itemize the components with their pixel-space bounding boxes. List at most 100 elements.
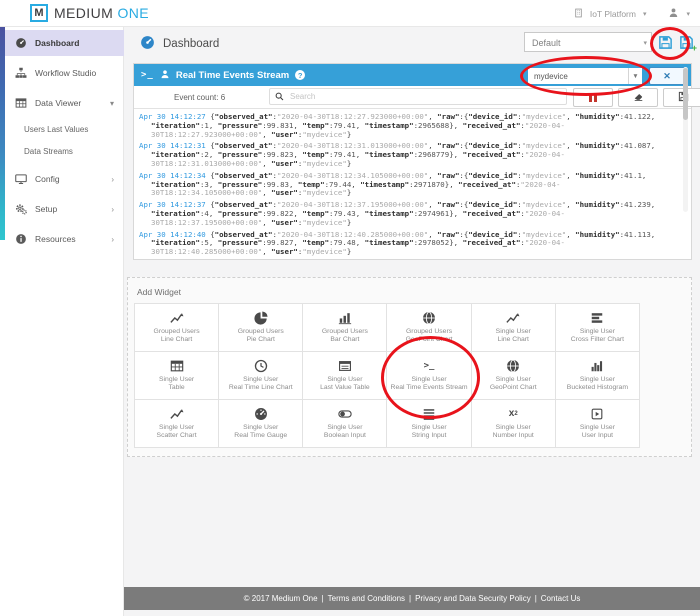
widget-type-line1: Single User — [496, 328, 531, 337]
user-input-icon — [590, 407, 604, 422]
sidebar-item-config[interactable]: Config › — [0, 166, 124, 192]
widget-type-bucketed-histogram[interactable]: Single User Bucketed Histogram — [556, 352, 640, 400]
terminal-icon: >_ — [424, 359, 435, 374]
clear-stream-button[interactable] — [618, 88, 658, 107]
event-log[interactable]: Apr 30 14:12:27 {"observed_at":"2020-04-… — [134, 109, 691, 261]
widget-type-line2: Last Value Table — [320, 384, 370, 393]
brand-name: MEDIUM ONE — [54, 5, 149, 21]
widget-type-grouped-bar-chart[interactable]: Grouped Users Bar Chart — [303, 304, 387, 352]
dashboard-name-input[interactable] — [525, 33, 642, 53]
widget-type-line1: Single User — [580, 328, 615, 337]
sidebar-item-dashboard[interactable]: Dashboard — [5, 30, 124, 56]
line-chart-icon — [506, 311, 520, 326]
copyright-text: © 2017 Medium One — [244, 594, 318, 603]
widget-type-scatter-chart[interactable]: Single User Scatter Chart — [135, 400, 219, 448]
scatter-chart-icon — [170, 407, 184, 422]
sidebar-item-label: Setup — [35, 204, 57, 214]
widget-type-cross-filter-chart[interactable]: Single User Cross Filter Chart — [556, 304, 640, 352]
sidebar-item-label: Config — [35, 174, 60, 184]
chevron-right-icon: › — [111, 175, 114, 184]
widget-title: Real Time Events Stream — [176, 70, 289, 81]
widget-type-line1: Single User — [159, 376, 194, 385]
dashboard-select[interactable]: ▾ — [524, 32, 652, 52]
widget-type-number-input[interactable]: x2 Single User Number Input — [472, 400, 556, 448]
sidebar-item-workflow-studio[interactable]: Workflow Studio — [0, 60, 124, 86]
widget-type-single-geopoint-chart[interactable]: Single User GeoPoint Chart — [472, 352, 556, 400]
widget-type-line2: GeoPoint Chart — [490, 384, 537, 393]
select-caret-icon[interactable]: ▾ — [643, 39, 647, 47]
widget-type-user-input[interactable]: Single User User Input — [556, 400, 640, 448]
widget-type-single-line-chart[interactable]: Single User Line Chart — [472, 304, 556, 352]
sidebar-item-resources[interactable]: Resources › — [0, 226, 124, 252]
device-dropdown-caret-icon[interactable]: ▼ — [628, 68, 642, 84]
brand-name-secondary: ONE — [117, 5, 149, 21]
log-scrollbar[interactable] — [683, 67, 688, 212]
export-stream-button[interactable] — [663, 88, 700, 107]
log-scrollbar-thumb[interactable] — [683, 68, 688, 120]
widget-type-boolean-input[interactable]: Single User Boolean Input — [303, 400, 387, 448]
widget-type-line2: Real Time Line Chart — [229, 384, 293, 393]
widget-type-last-value-table[interactable]: Single User Last Value Table — [303, 352, 387, 400]
close-widget-button[interactable]: ✕ — [649, 67, 685, 85]
gears-icon — [14, 203, 27, 215]
plus-icon: + — [692, 44, 697, 52]
widget-type-line1: Grouped Users — [322, 328, 368, 337]
widget-type-grouped-geopoint-chart[interactable]: Grouped Users GeoPoint Chart — [387, 304, 471, 352]
desktop-icon — [14, 173, 27, 185]
widget-type-string-input[interactable]: Single User String Input — [387, 400, 471, 448]
value-table-icon — [338, 359, 352, 374]
search-input[interactable] — [288, 91, 566, 102]
brand-logo[interactable]: M MEDIUM ONE — [30, 4, 149, 22]
globe-icon — [506, 359, 520, 374]
widget-type-line1: Grouped Users — [406, 328, 452, 337]
data-table-icon — [14, 97, 27, 109]
widget-type-real-time-gauge[interactable]: Single User Real Time Gauge — [219, 400, 303, 448]
widget-type-grouped-pie-chart[interactable]: Grouped Users Pie Chart — [219, 304, 303, 352]
widget-type-line2: Table — [168, 384, 184, 393]
event-count: Event count: 6 — [174, 93, 225, 102]
sidebar-item-users-last-values[interactable]: Users Last Values — [0, 118, 124, 140]
privacy-link[interactable]: Privacy and Data Security Policy — [415, 594, 531, 603]
terminal-icon: >_ — [141, 70, 154, 80]
page-title: Dashboard — [140, 35, 219, 53]
contact-link[interactable]: Contact Us — [541, 594, 581, 603]
user-icon[interactable] — [668, 7, 679, 20]
widget-type-grouped-line-chart[interactable]: Grouped Users Line Chart — [135, 304, 219, 352]
terms-link[interactable]: Terms and Conditions — [328, 594, 405, 603]
log-entry: Apr 30 14:12:40 {"observed_at":"2020-04-… — [139, 231, 673, 257]
device-filter-input[interactable] — [528, 68, 628, 84]
widget-type-line1: Single User — [496, 376, 531, 385]
cross-filter-icon — [590, 311, 604, 326]
sidebar-item-data-streams[interactable]: Data Streams — [0, 140, 124, 162]
x-squared-icon: x2 — [509, 407, 518, 422]
widget-type-line1: Single User — [496, 424, 531, 433]
widget-type-real-time-events-stream[interactable]: >_ Single User Real Time Events Stream — [387, 352, 471, 400]
widget-type-real-time-line-chart[interactable]: Single User Real Time Line Chart — [219, 352, 303, 400]
chevron-right-icon: › — [111, 235, 114, 244]
save-as-new-dashboard-button[interactable]: + — [678, 34, 694, 50]
widget-type-line1: Single User — [243, 424, 278, 433]
add-widget-label: Add Widget — [137, 287, 181, 297]
search-box[interactable] — [269, 88, 567, 105]
widget-type-line1: Single User — [412, 424, 447, 433]
widget-type-line2: String Input — [412, 432, 447, 441]
widget-type-grid: Grouped Users Line Chart Grouped Users P… — [134, 303, 640, 448]
user-caret-icon[interactable]: ▾ — [686, 10, 690, 18]
pause-stream-button[interactable] — [573, 88, 613, 107]
widget-type-table[interactable]: Single User Table — [135, 352, 219, 400]
footer-separator: | — [409, 594, 411, 603]
sidebar-item-setup[interactable]: Setup › — [0, 196, 124, 222]
save-dashboard-button[interactable] — [657, 34, 673, 50]
footer-separator: | — [535, 594, 537, 603]
platform-menu[interactable]: IoT Platform — [590, 9, 636, 19]
chevron-right-icon: › — [111, 205, 114, 214]
sidebar-subitem-label: Users Last Values — [24, 125, 88, 134]
widget-type-line2: Number Input — [493, 432, 534, 441]
page-title-text: Dashboard — [163, 38, 219, 50]
sidebar-item-data-viewer[interactable]: Data Viewer ▾ — [0, 90, 124, 116]
widget-type-line2: Pie Chart — [247, 336, 275, 345]
help-icon[interactable]: ? — [295, 70, 305, 80]
widget-type-line2: Real Time Gauge — [234, 432, 287, 441]
platform-caret-icon[interactable]: ▾ — [643, 10, 647, 18]
widget-type-line2: Cross Filter Chart — [571, 336, 624, 345]
